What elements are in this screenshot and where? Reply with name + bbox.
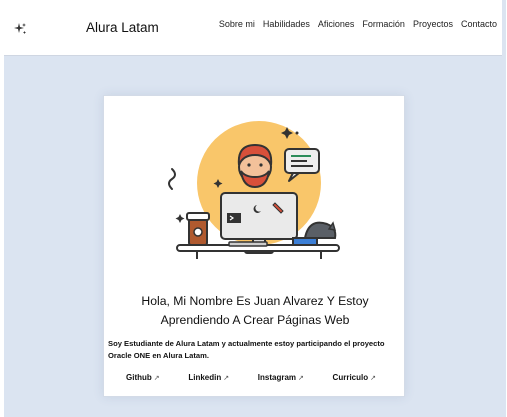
nav-proyectos[interactable]: Proyectos [413,19,453,29]
instagram-link-label: Instagram [257,373,296,382]
main-nav: Sobre mi Habilidades Aficiones Formación… [219,19,497,29]
nav-sobre-mi[interactable]: Sobre mi [219,19,255,29]
instagram-link[interactable]: Instagram ↗ [258,373,304,382]
page-title: Hola, Mi Nombre Es Juan Alvarez Y Estoy … [116,292,394,330]
description: Soy Estudiante de Alura Latam y actualme… [108,338,404,362]
sparkle-icon[interactable] [13,22,27,36]
external-link-icon: ↗ [223,375,230,382]
brand-title: Alura Latam [86,20,159,35]
profile-card: Hola, Mi Nombre Es Juan Alvarez Y Estoy … [103,95,405,397]
curriculo-link-label: Curriculo [332,373,369,382]
linkedin-link[interactable]: Linkedin ↗ [188,373,229,382]
nav-formacion[interactable]: Formación [362,19,405,29]
title-line-1: Hola, Mi Nombre Es Juan Alvarez Y Estoy [141,294,369,308]
description-line-1: Soy Estudiante de Alura Latam y actualme… [108,339,385,348]
hero-illustration [137,101,375,281]
curriculo-link[interactable]: Curriculo ↗ [333,373,376,382]
social-links: Github ↗ Linkedin ↗ Instagram ↗ Curriculo ↗ [126,373,376,382]
external-link-icon: ↗ [153,375,160,382]
site-header: Alura Latam Sobre mi Habilidades Aficion… [4,0,502,56]
nav-aficiones[interactable]: Aficiones [318,19,355,29]
github-link-label: Github [126,373,152,382]
title-line-2: Aprendiendo A Crear Páginas Web [160,313,350,327]
description-line-2: Oracle ONE en Alura Latam. [108,351,210,360]
nav-contacto[interactable]: Contacto [461,19,497,29]
github-link[interactable]: Github ↗ [126,373,160,382]
external-link-icon: ↗ [298,375,304,382]
linkedin-link-label: Linkedin [188,373,222,382]
nav-habilidades[interactable]: Habilidades [263,19,310,29]
external-link-icon: ↗ [370,375,376,382]
